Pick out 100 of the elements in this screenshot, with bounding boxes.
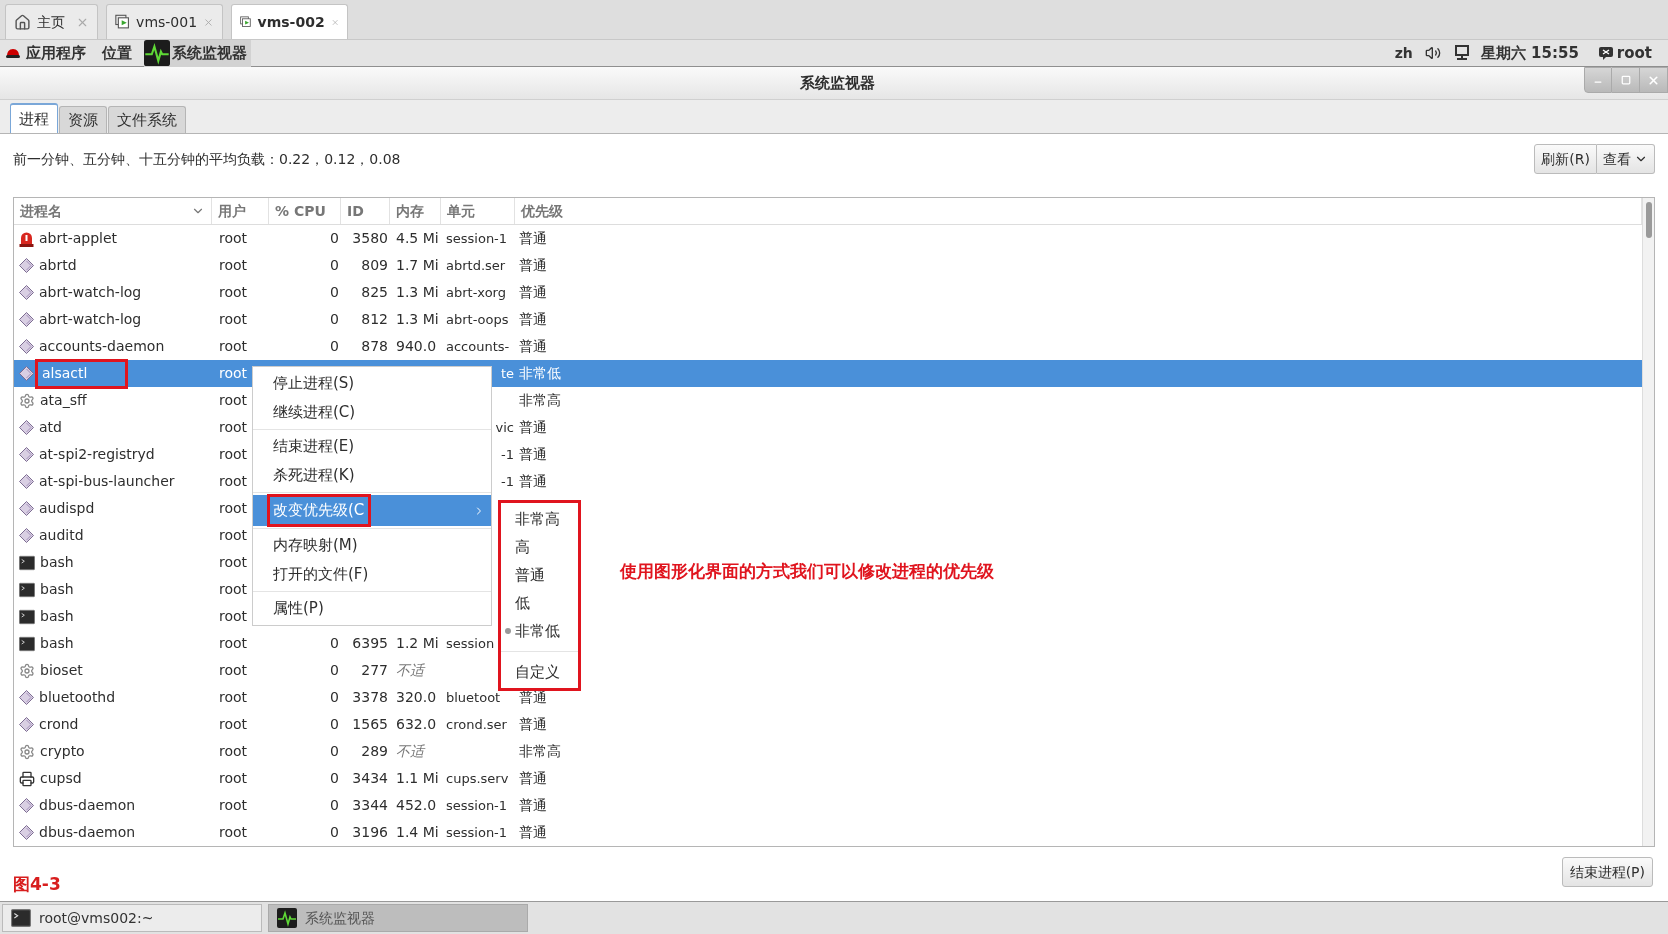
user-cell: root — [219, 446, 248, 462]
hat-icon — [6, 47, 20, 59]
clock[interactable]: 星期六 15:55 — [1480, 41, 1579, 65]
tab[interactable]: 文件系统 — [108, 106, 186, 133]
tab[interactable]: 资源 — [59, 106, 107, 133]
pid-cell: 878 — [361, 338, 388, 354]
unit-cell: abrtd.ser — [446, 257, 506, 273]
priority-option[interactable]: 非常高 — [501, 505, 578, 533]
cpu-cell: 0 — [330, 662, 339, 678]
gear-icon — [19, 662, 35, 679]
view-menu-button[interactable]: 查看 — [1597, 144, 1655, 174]
priority-cell: 普通 — [519, 473, 547, 489]
cpu-cell: 0 — [330, 824, 339, 840]
priority-option[interactable]: 普通 — [501, 561, 578, 589]
process-name[interactable]: bash — [40, 606, 74, 627]
process-name[interactable]: crond — [39, 714, 79, 735]
user-cell: root — [219, 284, 248, 300]
memory-cell: 1.3 Mi — [396, 311, 439, 327]
user-cell: root — [219, 635, 248, 651]
priority-option[interactable]: 非常低 — [501, 617, 578, 645]
process-name[interactable]: accounts-daemon — [39, 336, 165, 357]
alarm-icon — [19, 230, 34, 247]
priority-cell: 普通 — [519, 338, 547, 354]
user-cell: root — [219, 338, 248, 354]
process-name[interactable]: crypto — [40, 741, 85, 762]
process-name[interactable]: bash — [40, 579, 74, 600]
process-name[interactable]: atd — [39, 417, 62, 438]
menu-item[interactable]: 属性(P) — [253, 594, 491, 623]
user-icon[interactable] — [1598, 46, 1613, 60]
printer-icon — [19, 770, 35, 787]
network-icon[interactable] — [1454, 45, 1469, 61]
language-indicator[interactable]: zh — [1394, 42, 1413, 64]
column-header[interactable]: 内存 — [390, 198, 441, 224]
taskbar-item[interactable]: 系统监视器 — [268, 904, 528, 932]
diamond-icon — [19, 798, 34, 813]
process-name[interactable]: abrt-watch-log — [39, 282, 142, 303]
column-header[interactable]: 单元 — [441, 198, 515, 224]
column-header[interactable]: % CPU — [269, 198, 341, 224]
process-name[interactable]: bash — [40, 633, 74, 654]
process-name[interactable]: abrt-applet — [39, 228, 118, 249]
process-name[interactable]: at-spi-bus-launcher — [39, 471, 175, 492]
priority-option[interactable]: 高 — [501, 533, 578, 561]
end-process-button[interactable]: 结束进程(P) — [1561, 857, 1653, 887]
process-name[interactable]: abrt-watch-log — [39, 309, 142, 330]
process-name[interactable]: bash — [40, 552, 74, 573]
memory-cell: 632.0 — [396, 716, 437, 732]
terminal-icon — [19, 581, 35, 598]
process-name[interactable]: cupsd — [40, 768, 82, 789]
diamond-icon — [19, 312, 34, 327]
menu-item[interactable]: 继续进程(C) — [253, 398, 491, 427]
menu-item[interactable]: 结束进程(E) — [253, 432, 491, 461]
process-name[interactable]: bioset — [40, 660, 83, 681]
speaker-icon[interactable] — [1424, 45, 1441, 61]
process-name[interactable]: auditd — [39, 525, 84, 546]
browser-tab[interactable]: vms-001 — [106, 4, 223, 39]
menu-item[interactable]: 杀死进程(K) — [253, 461, 491, 490]
scrollbar[interactable] — [1642, 198, 1654, 846]
pid-cell: 3344 — [352, 797, 388, 813]
process-name[interactable]: at-spi2-registryd — [39, 444, 155, 465]
priority-cell: 非常低 — [519, 365, 561, 381]
cpu-cell: 0 — [330, 797, 339, 813]
places-menu[interactable]: 位置 — [102, 41, 132, 65]
process-name[interactable]: dbus-daemon — [39, 795, 136, 816]
memory-cell: 940.0 — [396, 338, 437, 354]
system-monitor-icon — [144, 40, 170, 66]
taskbar-item[interactable]: root@vms002:~ — [2, 904, 262, 932]
minimize-button[interactable] — [1584, 67, 1612, 93]
unit-cell: te — [500, 365, 514, 381]
menu-item[interactable]: 内存映射(M) — [253, 531, 491, 560]
refresh-button[interactable]: 刷新(R) — [1534, 144, 1597, 174]
system-monitor-icon — [277, 908, 297, 928]
menu-item[interactable]: 停止进程(S) — [253, 369, 491, 398]
priority-option[interactable]: 低 — [501, 589, 578, 617]
pid-cell: 3580 — [352, 230, 388, 246]
tab[interactable]: 进程 — [10, 103, 58, 133]
browser-tab[interactable]: vms-002 — [231, 4, 348, 39]
priority-cell: 普通 — [519, 446, 547, 462]
cpu-cell: 0 — [330, 689, 339, 705]
column-header[interactable]: 用户 — [212, 198, 269, 224]
pid-cell: 1565 — [352, 716, 388, 732]
applications-menu[interactable]: 应用程序 — [26, 41, 86, 65]
process-name[interactable]: ata_sff — [40, 390, 87, 411]
unit-cell: session-1 — [446, 797, 508, 813]
maximize-button[interactable] — [1612, 67, 1640, 93]
browser-tab[interactable]: 主页 — [5, 4, 98, 39]
column-header[interactable]: ID — [341, 198, 390, 224]
running-app-button[interactable]: 系统监视器 — [144, 39, 251, 67]
process-name[interactable]: bluetoothd — [39, 687, 116, 708]
column-header[interactable]: 进程名 — [14, 198, 212, 224]
close-button[interactable] — [1640, 67, 1668, 93]
user-cell: root — [219, 554, 248, 570]
user-name[interactable]: root — [1616, 41, 1652, 65]
home-icon — [14, 13, 31, 31]
process-name[interactable]: audispd — [39, 498, 95, 519]
process-name[interactable]: abrtd — [39, 255, 77, 276]
priority-option[interactable]: 自定义 — [501, 658, 578, 686]
process-name[interactable]: dbus-daemon — [39, 822, 136, 843]
user-cell: root — [219, 473, 248, 489]
menu-item[interactable]: 打开的文件(F) — [253, 560, 491, 589]
priority-cell: 普通 — [519, 689, 547, 705]
